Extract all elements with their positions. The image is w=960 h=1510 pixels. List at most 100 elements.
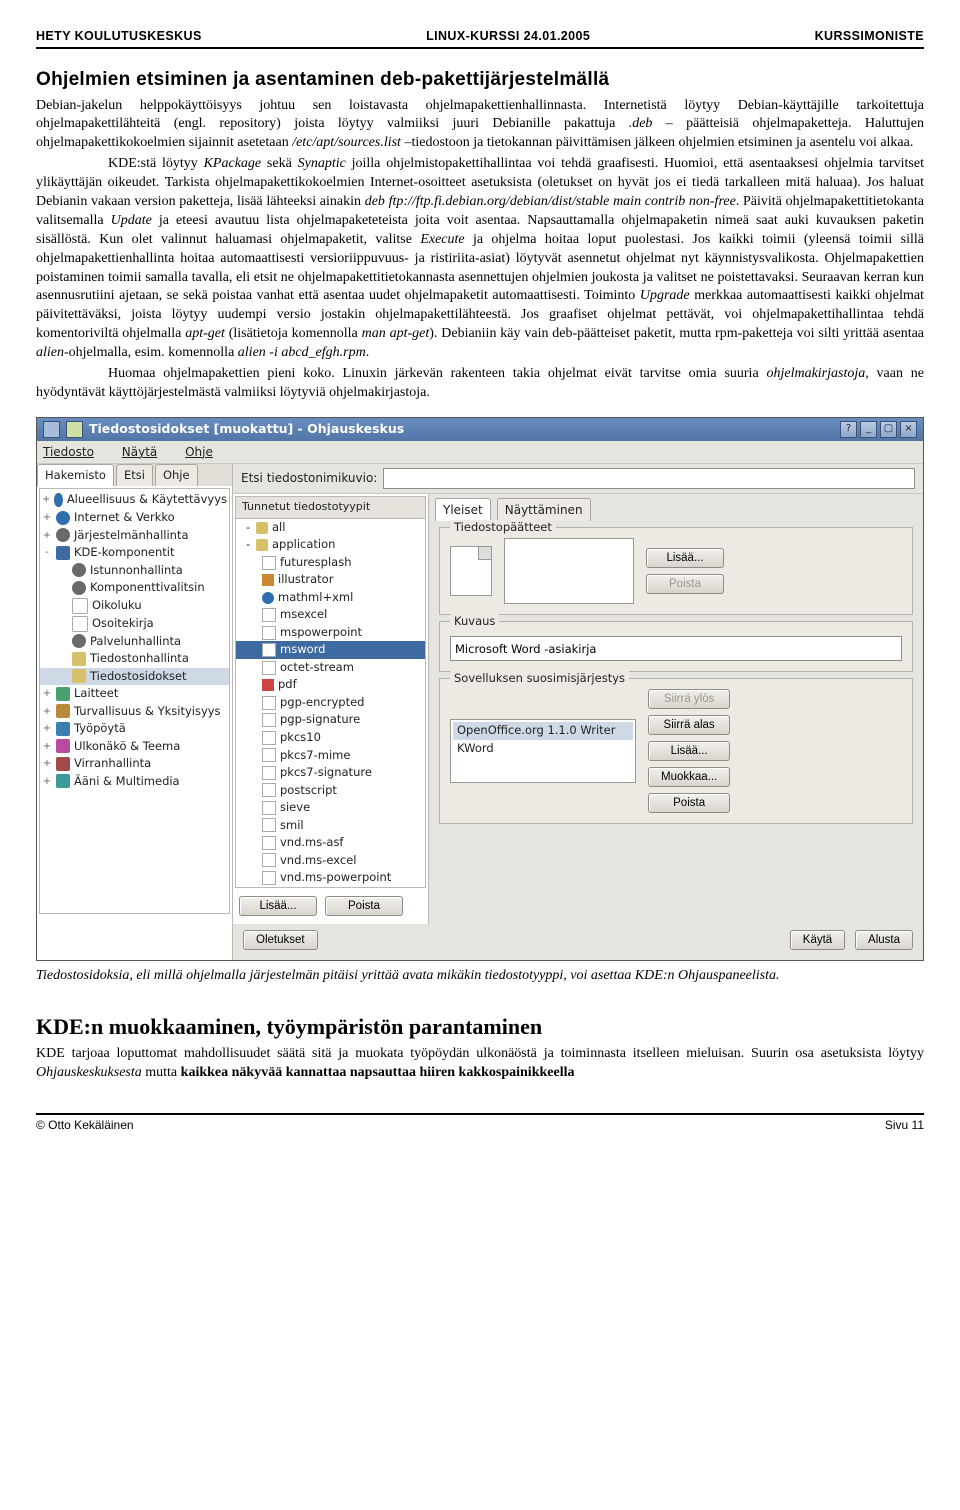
mime-item[interactable]: postscript <box>236 782 425 800</box>
help-icon[interactable]: ? <box>840 421 857 438</box>
mime-item[interactable]: smil <box>236 817 425 835</box>
tree-node[interactable]: Komponenttivalitsin <box>40 579 229 597</box>
tree-node[interactable]: +Työpöytä <box>40 720 229 738</box>
move-up-button[interactable]: Siirrä ylös <box>648 689 730 709</box>
mime-item[interactable]: illustrator <box>236 571 425 589</box>
header-left: HETY KOULUTUSKESKUS <box>36 28 202 45</box>
tree-node[interactable]: +Järjestelmänhallinta <box>40 527 229 545</box>
mime-item[interactable]: mspowerpoint <box>236 624 425 642</box>
tab-display[interactable]: Näyttäminen <box>497 498 591 521</box>
apply-button[interactable]: Käytä <box>790 930 845 950</box>
description-input[interactable] <box>450 636 902 661</box>
mime-item[interactable]: mathml+xml <box>236 589 425 607</box>
tree-node[interactable]: Oikoluku <box>40 597 229 615</box>
header-center: LINUX-KURSSI 24.01.2005 <box>426 28 590 45</box>
app-icon <box>66 421 83 438</box>
system-menu-icon[interactable] <box>43 421 60 438</box>
section1-title: Ohjelmien etsiminen ja asentaminen deb-p… <box>36 67 924 93</box>
mime-item[interactable]: pkcs7-mime <box>236 747 425 765</box>
mime-remove-button[interactable]: Poista <box>325 896 403 916</box>
menu-view[interactable]: Näytä <box>122 445 170 459</box>
page-footer: © Otto Kekäläinen Sivu 11 <box>36 1113 924 1133</box>
mime-item[interactable]: pgp-signature <box>236 711 425 729</box>
ext-add-button[interactable]: Lisää... <box>646 548 724 568</box>
filter-input[interactable] <box>383 468 915 489</box>
defaults-button[interactable]: Oletukset <box>243 930 318 950</box>
app-preference-list[interactable]: OpenOffice.org 1.1.0 Writer KWord <box>450 719 636 783</box>
kde-screenshot: Tiedostosidokset [muokattu] - Ohjauskesk… <box>36 417 924 961</box>
extensions-group: Tiedostopäätteet Lisää... Poista <box>439 527 913 615</box>
filename-filter-row: Etsi tiedostonimikuvio: <box>233 464 923 494</box>
window-titlebar[interactable]: Tiedostosidokset [muokattu] - Ohjauskesk… <box>37 418 923 441</box>
footer-left: © Otto Kekäläinen <box>36 1117 134 1133</box>
tree-node[interactable]: Istunnonhallinta <box>40 562 229 580</box>
footer-right: Sivu 11 <box>885 1117 924 1133</box>
tree-node[interactable]: -KDE-komponentit <box>40 544 229 562</box>
mime-item[interactable]: vnd.ms-excel <box>236 852 425 870</box>
app-item[interactable]: KWord <box>453 740 633 758</box>
mime-item[interactable]: octet-stream <box>236 659 425 677</box>
section1-para3: Huomaa ohjelmapakettien pieni koko. Linu… <box>36 365 924 403</box>
tab-directory[interactable]: Hakemisto <box>37 464 114 487</box>
mime-item[interactable]: pkcs10 <box>236 729 425 747</box>
mime-item[interactable]: pkcs7-signature <box>236 764 425 782</box>
reset-button[interactable]: Alusta <box>855 930 913 950</box>
app-edit-button[interactable]: Muokkaa... <box>648 767 730 787</box>
extensions-list[interactable] <box>504 538 634 604</box>
description-group: Kuvaus <box>439 621 913 672</box>
mime-add-button[interactable]: Lisää... <box>239 896 317 916</box>
section1-para2: KDE:stä löytyy KPackage sekä Synaptic jo… <box>36 155 924 363</box>
mime-item[interactable]: -application <box>236 536 425 554</box>
window-title: Tiedostosidokset [muokattu] - Ohjauskesk… <box>89 421 404 438</box>
move-down-button[interactable]: Siirrä alas <box>648 715 730 735</box>
section2-para: KDE tarjoaa loputtomat mahdollisuudet sä… <box>36 1045 924 1083</box>
filetype-icon[interactable] <box>450 546 492 596</box>
ext-remove-button[interactable]: Poista <box>646 574 724 594</box>
section2-title: KDE:n muokkaaminen, työympäristön parant… <box>36 1012 924 1042</box>
screenshot-caption: Tiedostosidoksia, eli millä ohjelmalla j… <box>36 967 924 986</box>
menu-file[interactable]: Tiedosto <box>43 445 106 459</box>
page-header: HETY KOULUTUSKESKUS LINUX-KURSSI 24.01.2… <box>36 28 924 49</box>
tree-node[interactable]: +Alueellisuus & Käytettävyys <box>40 491 229 509</box>
section1-para1: Debian-jakelun helppokäyttöisyys johtuu … <box>36 97 924 154</box>
mime-item[interactable]: futuresplash <box>236 554 425 572</box>
tree-node[interactable]: +Turvallisuus & Yksityisyys <box>40 703 229 721</box>
tab-help[interactable]: Ohje <box>155 464 198 487</box>
dialog-footer: Oletukset Käytä Alusta <box>233 924 923 960</box>
tree-node[interactable]: +Laitteet <box>40 685 229 703</box>
menu-help[interactable]: Ohje <box>185 445 225 459</box>
maximize-icon[interactable]: ▢ <box>880 421 897 438</box>
left-tabs: Hakemisto Etsi Ohje <box>37 464 232 487</box>
detail-tabs: Yleiset Näyttäminen <box>429 494 923 521</box>
mime-list-header: Tunnetut tiedostotyypit <box>236 497 425 519</box>
mime-item[interactable]: pgp-encrypted <box>236 694 425 712</box>
tree-node[interactable]: Osoitekirja <box>40 615 229 633</box>
tree-node[interactable]: +Virranhallinta <box>40 755 229 773</box>
tab-search[interactable]: Etsi <box>116 464 153 487</box>
tree-node[interactable]: +Internet & Verkko <box>40 509 229 527</box>
mime-item[interactable]: sieve <box>236 799 425 817</box>
app-item[interactable]: OpenOffice.org 1.1.0 Writer <box>453 722 633 740</box>
app-remove-button[interactable]: Poista <box>648 793 730 813</box>
mime-item[interactable]: msexcel <box>236 606 425 624</box>
tree-node[interactable]: +Ääni & Multimedia <box>40 773 229 791</box>
category-tree[interactable]: +Alueellisuus & Käytettävyys+Internet & … <box>39 488 230 914</box>
menubar: Tiedosto Näytä Ohje <box>37 441 923 464</box>
mime-item[interactable]: msword <box>236 641 425 659</box>
tab-general[interactable]: Yleiset <box>435 498 491 521</box>
mime-item[interactable]: -all <box>236 519 425 537</box>
tree-node[interactable]: Tiedostonhallinta <box>40 650 229 668</box>
app-add-button[interactable]: Lisää... <box>648 741 730 761</box>
mime-item[interactable]: vnd.ms-asf <box>236 834 425 852</box>
mime-item[interactable]: vnd.ms-powerpoint <box>236 869 425 887</box>
tree-node[interactable]: Palvelunhallinta <box>40 633 229 651</box>
tree-node[interactable]: Tiedostosidokset <box>40 668 229 686</box>
filter-label: Etsi tiedostonimikuvio: <box>241 470 377 486</box>
minimize-icon[interactable]: _ <box>860 421 877 438</box>
close-icon[interactable]: × <box>900 421 917 438</box>
mime-type-tree[interactable]: -all-applicationfuturesplashillustratorm… <box>236 519 425 887</box>
header-right: KURSSIMONISTE <box>815 28 924 45</box>
app-preference-group: Sovelluksen suosimisjärjestys OpenOffice… <box>439 678 913 824</box>
tree-node[interactable]: +Ulkonäkö & Teema <box>40 738 229 756</box>
mime-item[interactable]: pdf <box>236 676 425 694</box>
